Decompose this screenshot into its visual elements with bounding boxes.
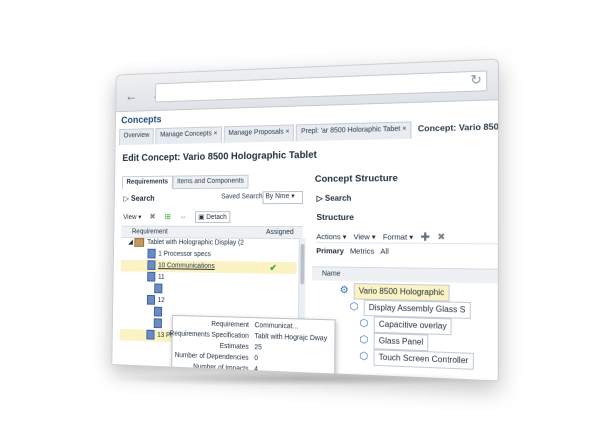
detach-label: Detach	[206, 213, 227, 221]
add-requirement-icon[interactable]: ⊞	[164, 212, 172, 221]
requirements-subtabs: Requirements Items and Components	[121, 174, 249, 190]
concept-structure-title: Concept Structure	[314, 172, 398, 185]
document-icon	[147, 260, 156, 271]
document-icon	[153, 318, 162, 329]
document-icon	[146, 295, 156, 305]
screenshot-scene: ← → ↻ Concepts Overview Manage Concepts …	[0, 0, 605, 426]
document-icon	[153, 306, 163, 317]
structure-search-toggle[interactable]: ▷ Search	[317, 194, 352, 203]
tooltip-key: Requirement	[211, 320, 249, 329]
node-label: Touch Screen Controller	[373, 349, 474, 370]
tooltip-key: Estimates	[219, 342, 249, 351]
tab-overview[interactable]: Overview	[119, 128, 154, 146]
actions-menu[interactable]: Actions ▾	[316, 232, 346, 241]
view-metrics[interactable]: Metrics	[350, 246, 374, 255]
delete-icon[interactable]: ✖	[148, 212, 156, 221]
structure-heading: Structure	[316, 211, 355, 223]
app-title: Concepts	[121, 114, 162, 127]
detach-button[interactable]: ▣ Detach	[194, 210, 231, 223]
document-icon	[146, 329, 155, 340]
tab-manage-concepts[interactable]: Manage Concepts ×	[155, 126, 223, 145]
row-text: 11	[157, 273, 165, 281]
component-group-icon: ⚙	[339, 284, 349, 297]
tooltip-value: 25	[254, 344, 262, 352]
tooltip-value: Communicat...	[254, 322, 299, 331]
structure-toolbar: Actions ▾ View ▾ Format ▾ ✚ ✖	[316, 230, 498, 245]
cube-icon: ⬡	[359, 317, 369, 330]
search-toggle[interactable]: Search	[131, 194, 155, 203]
assigned-check-icon: ✔	[269, 262, 277, 273]
structure-search-label: Search	[324, 193, 352, 203]
row-text: 10 Communications	[158, 262, 215, 270]
tab-manage-proposals[interactable]: Manage Proposals ×	[223, 124, 295, 143]
saved-search-value: By Nme	[265, 193, 290, 201]
cube-icon: ⬡	[359, 334, 369, 346]
view-all[interactable]: All	[380, 247, 389, 256]
address-bar[interactable]: ↻	[155, 70, 488, 103]
detach-icon: ▣	[198, 213, 207, 221]
link-icon[interactable]: ⇔	[179, 212, 187, 221]
requirements-toolbar: View ▾ ✖ ⊞ ⇔ ▣ Detach	[123, 210, 299, 223]
row-text: 1 Processor specs	[158, 250, 211, 259]
cube-icon: ⬡	[359, 350, 369, 363]
format-menu[interactable]: Format ▾	[383, 232, 413, 241]
document-icon	[154, 283, 163, 294]
column-requirement[interactable]: Requirement	[132, 229, 168, 236]
tab-concept-active[interactable]: Concept: Vario 8500	[413, 118, 500, 139]
browser-window: ← → ↻ Concepts Overview Manage Concepts …	[111, 58, 500, 382]
scrollbar-thumb[interactable]	[300, 244, 305, 285]
tooltip-key: Requirements Specification	[169, 330, 249, 340]
page-title: Edit Concept: Vario 8500 Holographic Tab…	[122, 149, 317, 164]
subtab-requirements[interactable]: Requirements	[121, 175, 173, 190]
document-icon	[147, 248, 156, 259]
document-icon	[147, 271, 156, 282]
cube-icon: ⬡	[349, 301, 359, 313]
column-assigned[interactable]: Assigned	[266, 229, 294, 236]
document-tabs: Overview Manage Concepts × Manage Propos…	[119, 118, 500, 146]
view-menu[interactable]: View ▾	[123, 213, 141, 221]
tooltip-key: Number of Dependencies	[174, 352, 249, 362]
delete-icon[interactable]: ✖	[437, 231, 445, 242]
row-text: Tablet with Holographic Display (2	[147, 239, 244, 247]
row-text: 12	[157, 297, 165, 305]
subtab-items-components[interactable]: Items and Components	[172, 174, 249, 190]
tab-proposal[interactable]: Prepl: 'ar 8500 Holoraphic Tabet ×	[296, 121, 412, 142]
column-name[interactable]: Name	[312, 266, 500, 284]
app-area: Concepts Overview Manage Concepts × Mana…	[112, 100, 500, 382]
saved-search-label: Saved Search	[221, 193, 263, 201]
reload-icon[interactable]: ↻	[470, 72, 482, 89]
concept-structure-panel: Concept Structure ▷ Search Structure Act…	[311, 172, 500, 382]
node-label: Glass Panel	[373, 332, 429, 352]
add-icon[interactable]: ✚	[420, 230, 430, 243]
tooltip-value: 0	[254, 355, 259, 363]
view-switcher: Primary Metrics All	[316, 246, 389, 256]
requirements-search-row: ▷ Search Saved Search By Nme ▾	[123, 190, 304, 205]
window-shadow	[108, 372, 488, 386]
structure-tree: ⚙ Vario 8500 Holographic ⬡ Display Assembl…	[311, 282, 497, 370]
view-primary[interactable]: Primary	[316, 246, 344, 255]
book-icon	[134, 237, 145, 247]
view-menu[interactable]: View ▾	[353, 232, 375, 241]
saved-search-select[interactable]: By Nme ▾	[262, 190, 304, 205]
